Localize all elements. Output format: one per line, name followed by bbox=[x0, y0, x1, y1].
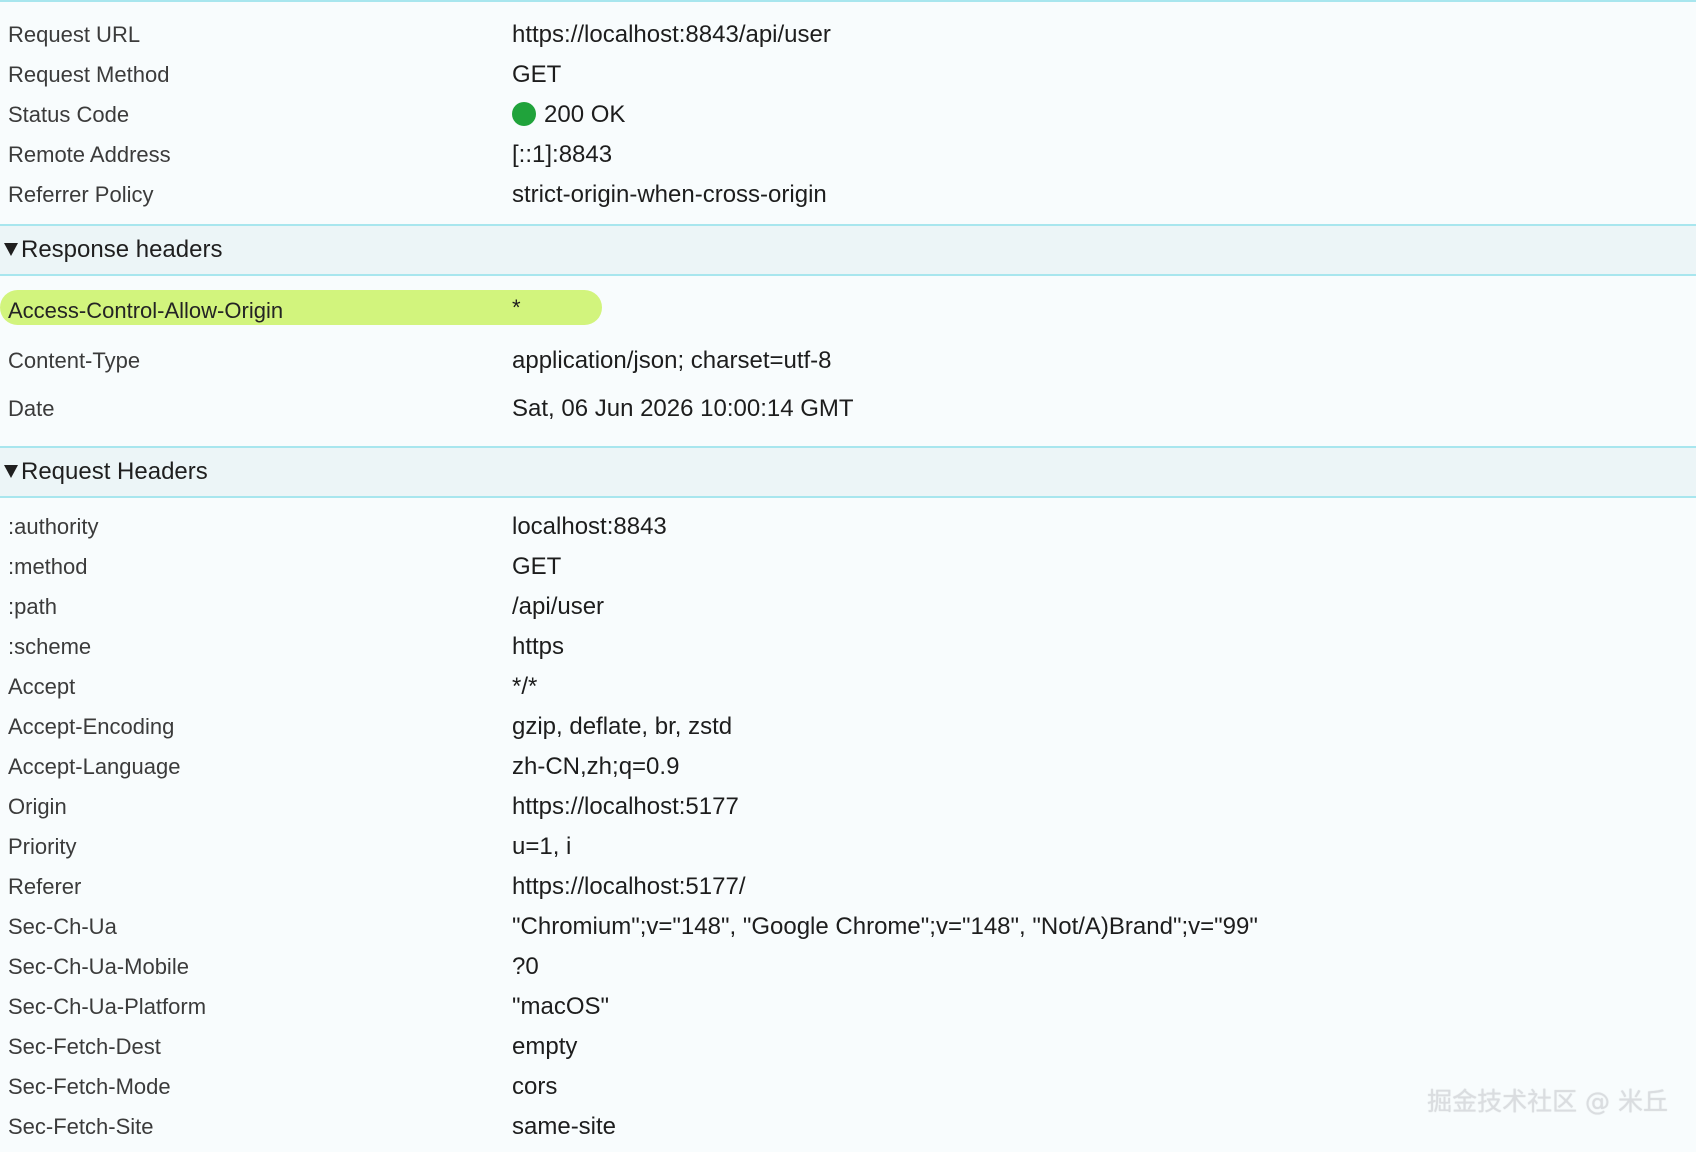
request-header-row: Sec-Ch-Ua-Mobile ?0 bbox=[0, 947, 1696, 987]
general-row-request-method: Request Method GET bbox=[0, 55, 1696, 95]
request-header-key: Priority bbox=[8, 834, 77, 859]
request-header-row: :path /api/user bbox=[0, 587, 1696, 627]
request-header-key: Sec-Fetch-Mode bbox=[8, 1074, 171, 1099]
status-text: 200 OK bbox=[544, 101, 626, 128]
request-headers-title: Request Headers bbox=[21, 458, 208, 485]
request-header-key: Sec-Ch-Ua bbox=[8, 914, 117, 939]
request-header-row: Referer https://localhost:5177/ bbox=[0, 867, 1696, 907]
request-header-value[interactable]: https://localhost:5177/ bbox=[512, 867, 745, 907]
response-headers-title: Response headers bbox=[21, 236, 223, 263]
request-header-value[interactable]: "Chromium";v="148", "Google Chrome";v="1… bbox=[512, 907, 1258, 947]
request-header-row: :scheme https bbox=[0, 627, 1696, 667]
response-header-key: Content-Type bbox=[8, 348, 141, 373]
request-header-row: Accept */* bbox=[0, 667, 1696, 707]
request-header-value[interactable]: /api/user bbox=[512, 587, 604, 627]
general-key: Status Code bbox=[8, 102, 130, 127]
request-header-row: Sec-Ch-Ua "Chromium";v="148", "Google Ch… bbox=[0, 907, 1696, 947]
request-header-value[interactable]: localhost:8843 bbox=[512, 507, 667, 547]
general-row-status-code: Status Code 200 OK bbox=[0, 95, 1696, 135]
request-header-key: Accept-Encoding bbox=[8, 714, 175, 739]
request-header-key: Sec-Ch-Ua-Platform bbox=[8, 994, 207, 1019]
general-row-request-url: Request URL https://localhost:8843/api/u… bbox=[0, 15, 1696, 55]
status-dot-icon bbox=[512, 102, 536, 126]
request-header-key: :authority bbox=[8, 514, 99, 539]
general-value[interactable]: [::1]:8843 bbox=[512, 135, 612, 175]
general-value[interactable]: GET bbox=[512, 55, 561, 95]
request-header-value[interactable]: empty bbox=[512, 1027, 577, 1067]
response-header-value[interactable]: * bbox=[512, 292, 521, 330]
general-row-referrer-policy: Referrer Policy strict-origin-when-cross… bbox=[0, 175, 1696, 215]
request-header-key: :scheme bbox=[8, 634, 92, 659]
request-header-value[interactable]: zh-CN,zh;q=0.9 bbox=[512, 747, 679, 787]
response-header-value[interactable]: Sat, 06 Jun 2026 10:00:14 GMT bbox=[512, 389, 854, 429]
general-key: Referrer Policy bbox=[8, 182, 154, 207]
request-header-value[interactable]: */* bbox=[512, 667, 537, 707]
request-header-key: Sec-Fetch-Dest bbox=[8, 1034, 161, 1059]
general-key: Remote Address bbox=[8, 142, 171, 167]
request-header-row: Sec-Ch-Ua-Platform "macOS" bbox=[0, 987, 1696, 1027]
request-header-value[interactable]: https://localhost:5177 bbox=[512, 787, 739, 827]
request-headers-section-header[interactable]: Request Headers bbox=[0, 446, 1696, 498]
headers-panel: Request URL https://localhost:8843/api/u… bbox=[0, 0, 1696, 1152]
request-header-row: Priority u=1, i bbox=[0, 827, 1696, 867]
general-row-remote-address: Remote Address [::1]:8843 bbox=[0, 135, 1696, 175]
request-header-key: Sec-Fetch-Site bbox=[8, 1114, 154, 1139]
request-header-row: Origin https://localhost:5177 bbox=[0, 787, 1696, 827]
request-header-value[interactable]: "macOS" bbox=[512, 987, 609, 1027]
request-header-key: Accept bbox=[8, 674, 76, 699]
general-value[interactable]: strict-origin-when-cross-origin bbox=[512, 175, 827, 215]
request-header-row: :method GET bbox=[0, 547, 1696, 587]
response-header-key: Date bbox=[8, 396, 55, 421]
response-header-key: Access-Control-Allow-Origin bbox=[8, 298, 284, 323]
request-header-value[interactable]: gzip, deflate, br, zstd bbox=[512, 707, 732, 747]
request-header-key: Accept-Language bbox=[8, 754, 181, 779]
request-header-key: Sec-Ch-Ua-Mobile bbox=[8, 954, 189, 979]
request-header-value[interactable]: ?0 bbox=[512, 947, 539, 987]
request-header-row: Accept-Encoding gzip, deflate, br, zstd bbox=[0, 707, 1696, 747]
status-value[interactable]: 200 OK bbox=[512, 95, 625, 135]
triangle-down-icon[interactable] bbox=[4, 243, 18, 256]
triangle-down-icon[interactable] bbox=[4, 465, 18, 478]
general-key: Request URL bbox=[8, 22, 141, 47]
request-header-value[interactable]: https bbox=[512, 627, 564, 667]
request-header-value[interactable]: GET bbox=[512, 547, 561, 587]
request-header-key: :path bbox=[8, 594, 57, 619]
response-header-row: Access-Control-Allow-Origin * bbox=[0, 292, 1696, 330]
request-header-value[interactable]: cors bbox=[512, 1067, 557, 1107]
request-header-row: Accept-Language zh-CN,zh;q=0.9 bbox=[0, 747, 1696, 787]
general-value[interactable]: https://localhost:8843/api/user bbox=[512, 15, 831, 55]
response-headers-section-header[interactable]: Response headers bbox=[0, 224, 1696, 276]
general-key: Request Method bbox=[8, 62, 170, 87]
request-header-key: :method bbox=[8, 554, 88, 579]
response-header-row: Content-Type application/json; charset=u… bbox=[0, 341, 1696, 381]
request-header-key: Origin bbox=[8, 794, 67, 819]
request-header-row: :authority localhost:8843 bbox=[0, 507, 1696, 547]
response-header-row: Date Sat, 06 Jun 2026 10:00:14 GMT bbox=[0, 389, 1696, 429]
response-header-value[interactable]: application/json; charset=utf-8 bbox=[512, 341, 832, 381]
watermark: 掘金技术社区 @ 米丘 bbox=[1427, 1087, 1668, 1116]
request-header-row: Sec-Fetch-Dest empty bbox=[0, 1027, 1696, 1067]
top-divider bbox=[0, 0, 1696, 2]
request-header-value[interactable]: u=1, i bbox=[512, 827, 571, 867]
request-header-value[interactable]: same-site bbox=[512, 1107, 616, 1147]
request-header-key: Referer bbox=[8, 874, 82, 899]
